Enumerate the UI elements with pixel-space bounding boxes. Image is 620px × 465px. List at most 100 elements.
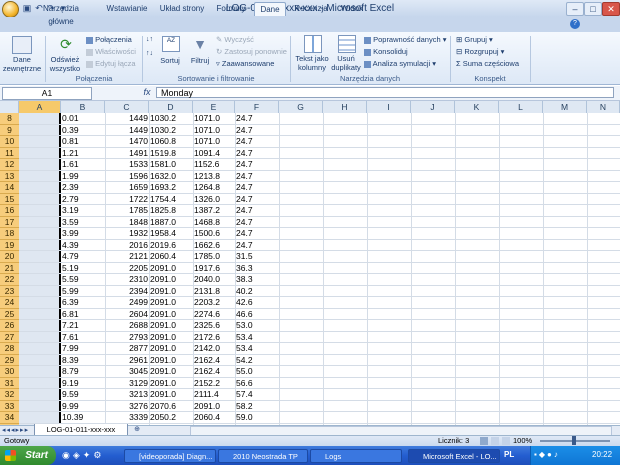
normal-view-icon[interactable]	[480, 437, 488, 445]
row-header[interactable]: 15	[0, 194, 19, 205]
cell-d[interactable]: 2091.0	[150, 366, 176, 378]
ungroup-button[interactable]: ⊟ Rozgrupuj ▾	[456, 47, 504, 57]
cell-b[interactable]: 1.61	[62, 159, 102, 171]
cell-d[interactable]: 2091.0	[150, 343, 176, 355]
cell-f[interactable]: 53.0	[236, 320, 276, 332]
cell-d[interactable]: 2091.0	[150, 355, 176, 367]
cell-f[interactable]: 38.3	[236, 274, 276, 286]
cell-b[interactable]: 5.59	[62, 274, 102, 286]
cell-d[interactable]: 2091.0	[150, 309, 176, 321]
cell-c[interactable]: 2688	[106, 320, 148, 332]
column-header-h[interactable]: H	[323, 101, 367, 113]
cell-c[interactable]: 3339	[106, 412, 148, 424]
cell-c[interactable]: 3129	[106, 378, 148, 390]
cell-e[interactable]: 1917.6	[194, 263, 234, 275]
cell-b[interactable]: 8.79	[62, 366, 102, 378]
edit-links-button[interactable]: Edytuj łącza	[86, 59, 136, 69]
cell-c[interactable]: 1596	[106, 171, 148, 183]
cell-f[interactable]: 24.7	[236, 182, 276, 194]
tab-uklad-strony[interactable]: Układ strony	[158, 2, 206, 15]
cell-f[interactable]: 58.2	[236, 401, 276, 413]
cell-b[interactable]: 6.39	[62, 297, 102, 309]
cell-c[interactable]: 1785	[106, 205, 148, 217]
group-button[interactable]: ⊞ Grupuj ▾	[456, 35, 493, 45]
minimize-button[interactable]: –	[566, 2, 584, 16]
cell-d[interactable]: 2091.0	[150, 320, 176, 332]
row-header[interactable]: 23	[0, 286, 19, 297]
cell-b[interactable]: 3.59	[62, 217, 102, 229]
page-break-icon[interactable]	[502, 437, 510, 445]
what-if-button[interactable]: Analiza symulacji ▾	[364, 59, 436, 69]
cell-d[interactable]: 1887.0	[150, 217, 176, 229]
sort-desc-icon[interactable]: ↑↓	[146, 50, 156, 58]
cell-b[interactable]: 0.01	[62, 113, 102, 125]
subtotal-button[interactable]: Σ Suma częściowa	[456, 59, 519, 69]
cell-f[interactable]: 24.7	[236, 171, 276, 183]
tray-icons[interactable]: ▪◆●♪	[534, 450, 560, 459]
cell-f[interactable]: 31.5	[236, 251, 276, 263]
cell-f[interactable]: 24.7	[236, 125, 276, 137]
external-data-button[interactable]: Dane zewnętrzne	[0, 55, 44, 73]
row-header[interactable]: 11	[0, 148, 19, 159]
sheet-nav-arrows-icon[interactable]: ◂◂◂▸▸▸	[2, 426, 29, 434]
text-to-columns-button[interactable]: Tekst jako kolumny	[292, 54, 332, 72]
taskbar-item-videoporada[interactable]: [videoporada] Diagn...	[124, 449, 216, 463]
cell-b[interactable]: 7.99	[62, 343, 102, 355]
cell-e[interactable]: 1785.0	[194, 251, 234, 263]
cell-d[interactable]: 1581.0	[150, 159, 176, 171]
zoom-slider-thumb[interactable]	[572, 436, 576, 445]
cell-b[interactable]: 5.99	[62, 286, 102, 298]
cell-d[interactable]: 2091.0	[150, 378, 176, 390]
insert-sheet-icon[interactable]: ⊕	[130, 425, 144, 434]
column-header-m[interactable]: M	[543, 101, 587, 113]
cell-e[interactable]: 2060.4	[194, 412, 234, 424]
taskbar-item-neostrada[interactable]: 2010 Neostrada TP	[218, 449, 308, 463]
tab-recenzja[interactable]: Recenzja	[292, 2, 330, 15]
cell-b[interactable]: 4.79	[62, 251, 102, 263]
cell-f[interactable]: 24.7	[236, 148, 276, 160]
cell-e[interactable]: 2152.2	[194, 378, 234, 390]
cell-b[interactable]: 9.99	[62, 401, 102, 413]
cell-d[interactable]: 1754.4	[150, 194, 176, 206]
cell-e[interactable]: 2172.6	[194, 332, 234, 344]
cell-b[interactable]: 6.81	[62, 309, 102, 321]
formula-input[interactable]: Monday	[156, 87, 614, 98]
row-header[interactable]: 27	[0, 332, 19, 343]
cell-f[interactable]: 53.4	[236, 332, 276, 344]
language-indicator[interactable]: PL	[504, 450, 514, 459]
close-button[interactable]: ✕	[602, 2, 620, 16]
cell-d[interactable]: 2050.2	[150, 412, 176, 424]
cell-e[interactable]: 1071.0	[194, 113, 234, 125]
cell-f[interactable]: 54.2	[236, 355, 276, 367]
row-header[interactable]: 8	[0, 113, 19, 125]
cell-d[interactable]: 2091.0	[150, 332, 176, 344]
cell-f[interactable]: 24.7	[236, 136, 276, 148]
cell-d[interactable]: 2070.6	[150, 401, 176, 413]
row-header[interactable]: 28	[0, 343, 19, 355]
tab-dane[interactable]: Dane	[254, 2, 286, 16]
cell-e[interactable]: 2131.8	[194, 286, 234, 298]
taskbar-item-logs[interactable]: Logs	[310, 449, 402, 463]
row-header[interactable]: 32	[0, 389, 19, 401]
row-header[interactable]: 34	[0, 412, 19, 424]
cell-f[interactable]: 57.4	[236, 389, 276, 401]
sort-asc-icon[interactable]: ↓↑	[146, 36, 156, 44]
cell-e[interactable]: 1662.6	[194, 240, 234, 252]
sort-button[interactable]: Sortuj	[158, 56, 182, 65]
properties-button[interactable]: Właściwości	[86, 47, 136, 57]
cell-b[interactable]: 3.99	[62, 228, 102, 240]
cell-e[interactable]: 1091.4	[194, 148, 234, 160]
cell-b[interactable]: 4.39	[62, 240, 102, 252]
row-header[interactable]: 26	[0, 320, 19, 332]
row-header[interactable]: 17	[0, 217, 19, 228]
column-header-a[interactable]: A	[19, 101, 61, 113]
cell-b[interactable]: 9.19	[62, 378, 102, 390]
cell-d[interactable]: 1693.2	[150, 182, 176, 194]
cell-d[interactable]: 1060.8	[150, 136, 176, 148]
cell-b[interactable]: 1.21	[62, 148, 102, 160]
cell-e[interactable]: 1387.2	[194, 205, 234, 217]
cell-f[interactable]: 42.6	[236, 297, 276, 309]
cell-e[interactable]: 2142.0	[194, 343, 234, 355]
cell-f[interactable]: 24.7	[236, 217, 276, 229]
cell-f[interactable]: 56.6	[236, 378, 276, 390]
